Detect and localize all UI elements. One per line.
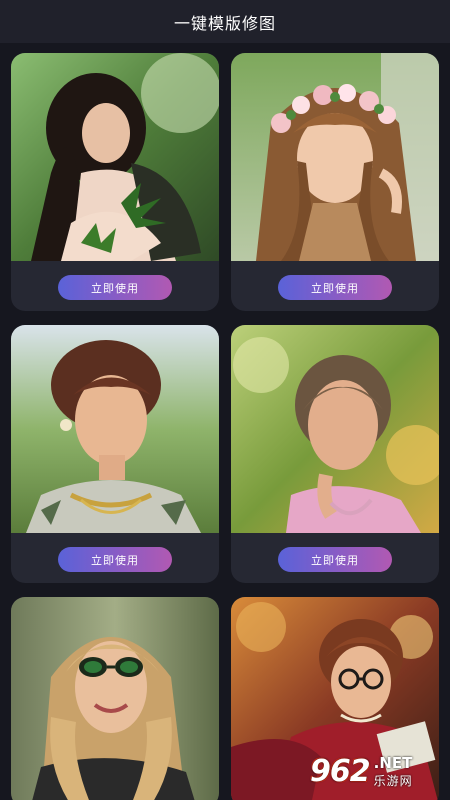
template-card[interactable]: 立即使用 [11,325,219,583]
watermark-suffix: .NET [373,753,413,772]
use-now-button[interactable]: 立即使用 [278,547,392,572]
app-root: 一键模版修图 立即使用 立即使用 立即使用 立即使用 962 .NET 乐游网 [0,0,450,800]
template-card[interactable] [11,597,219,800]
template-grid: 立即使用 立即使用 立即使用 立即使用 [0,43,450,800]
template-image[interactable] [11,325,219,533]
use-now-button[interactable]: 立即使用 [58,275,172,300]
watermark-text-group: .NET 乐游网 [374,754,413,789]
top-bar: 一键模版修图 [0,0,450,43]
template-image[interactable] [11,53,219,261]
watermark-site-name: 乐游网 [373,773,413,788]
page-title: 一键模版修图 [173,13,276,33]
use-now-button[interactable]: 立即使用 [58,547,172,572]
template-card[interactable]: 立即使用 [231,325,439,583]
template-card[interactable]: 立即使用 [11,53,219,311]
template-image[interactable] [231,53,439,261]
use-now-button[interactable]: 立即使用 [278,275,392,300]
site-watermark-logo: 962 .NET 乐游网 [310,748,446,794]
template-image[interactable] [231,325,439,533]
watermark-number: 962 [310,753,371,789]
template-card[interactable]: 立即使用 [231,53,439,311]
template-image[interactable] [11,597,219,800]
